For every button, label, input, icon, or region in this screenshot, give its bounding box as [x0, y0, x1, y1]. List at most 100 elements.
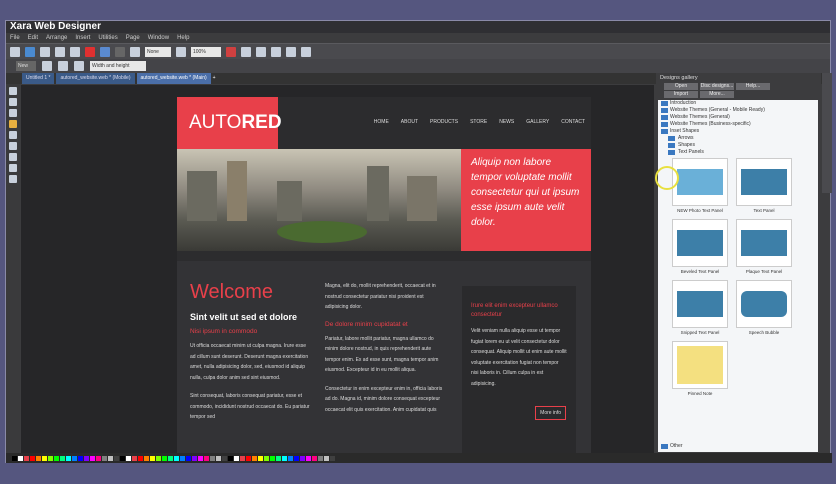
- more-button[interactable]: More...: [700, 91, 734, 98]
- disc-designs-button[interactable]: Disc designs...: [700, 83, 734, 90]
- color-swatch[interactable]: [168, 455, 173, 461]
- color-swatch[interactable]: [96, 455, 101, 461]
- color-swatch[interactable]: [264, 455, 269, 461]
- more-info-button[interactable]: More info: [535, 406, 566, 420]
- pen-tool-icon[interactable]: [9, 109, 17, 117]
- gallery-item[interactable]: NEW Photo Text Panel: [670, 158, 730, 215]
- folder-themes-general[interactable]: Website Themes (General): [658, 114, 818, 121]
- color-swatch[interactable]: [222, 455, 227, 461]
- distribute-icon[interactable]: [58, 61, 68, 71]
- color-swatch[interactable]: [60, 455, 65, 461]
- add-tab-icon[interactable]: +: [213, 73, 216, 84]
- nav-store[interactable]: STORE: [470, 119, 487, 125]
- color-swatch[interactable]: [276, 455, 281, 461]
- zoom-tool-icon[interactable]: [9, 175, 17, 183]
- color-swatch[interactable]: [162, 455, 167, 461]
- transform-icon[interactable]: [130, 46, 140, 57]
- color-swatch[interactable]: [216, 455, 221, 461]
- color-swatch[interactable]: [312, 455, 317, 461]
- folder-themes-business[interactable]: Website Themes (Business-specific): [658, 121, 818, 128]
- menu-help[interactable]: Help: [177, 33, 189, 43]
- color-swatch[interactable]: [126, 455, 131, 461]
- gallery-side-tabs[interactable]: [822, 73, 832, 193]
- open-button[interactable]: Open: [664, 83, 698, 90]
- color-swatch[interactable]: [300, 455, 305, 461]
- menu-page[interactable]: Page: [126, 33, 140, 43]
- delete-icon[interactable]: [85, 46, 95, 57]
- color-swatch[interactable]: [12, 455, 17, 461]
- gallery-item[interactable]: Text Panel: [734, 158, 794, 215]
- color-swatch[interactable]: [84, 455, 89, 461]
- folder-introduction[interactable]: Introduction: [658, 100, 818, 107]
- hero-photo[interactable]: [177, 149, 461, 251]
- color-swatch[interactable]: [36, 455, 41, 461]
- preview-icon[interactable]: [286, 46, 296, 57]
- folder-arrows[interactable]: Arrows: [658, 135, 818, 142]
- color-swatch[interactable]: [180, 455, 185, 461]
- color-swatch[interactable]: [210, 455, 215, 461]
- menu-edit[interactable]: Edit: [28, 33, 38, 43]
- color-palette[interactable]: [6, 453, 832, 463]
- nav-products[interactable]: PRODUCTS: [430, 119, 458, 125]
- undo-icon[interactable]: [100, 46, 110, 57]
- color-swatch[interactable]: [270, 455, 275, 461]
- color-swatch[interactable]: [174, 455, 179, 461]
- menu-file[interactable]: File: [10, 33, 20, 43]
- export-icon[interactable]: [241, 46, 251, 57]
- color-swatch[interactable]: [330, 455, 335, 461]
- new-icon[interactable]: [10, 46, 20, 57]
- color-swatch[interactable]: [144, 455, 149, 461]
- selector-tool-icon[interactable]: [9, 87, 17, 95]
- color-swatch[interactable]: [90, 455, 95, 461]
- color-swatch[interactable]: [66, 455, 71, 461]
- logo[interactable]: AUTORED: [177, 97, 282, 149]
- gallery-item[interactable]: Beveled Text Panel: [670, 219, 730, 276]
- zoom-icon[interactable]: [176, 46, 186, 57]
- nav-contact[interactable]: CONTACT: [561, 119, 585, 125]
- import-button[interactable]: Import: [664, 91, 698, 98]
- color-swatch[interactable]: [228, 455, 233, 461]
- size-mode-select[interactable]: Width and height: [90, 61, 146, 71]
- snap-icon[interactable]: [226, 46, 236, 57]
- color-swatch[interactable]: [150, 455, 155, 461]
- text-tool-icon[interactable]: [9, 131, 17, 139]
- save-icon[interactable]: [40, 46, 50, 57]
- rectangle-tool-icon[interactable]: [9, 120, 17, 128]
- color-swatch[interactable]: [204, 455, 209, 461]
- fill-tool-icon[interactable]: [9, 142, 17, 150]
- align-icon[interactable]: [42, 61, 52, 71]
- menu-utilities[interactable]: Utilities: [98, 33, 117, 43]
- menu-window[interactable]: Window: [148, 33, 169, 43]
- help-button[interactable]: Help...: [736, 83, 770, 90]
- color-swatch[interactable]: [246, 455, 251, 461]
- color-swatch[interactable]: [186, 455, 191, 461]
- shadow-tool-icon[interactable]: [9, 164, 17, 172]
- tab-untitled[interactable]: Untitled 1 *: [22, 73, 55, 84]
- nav-about[interactable]: ABOUT: [401, 119, 418, 125]
- canvas[interactable]: AUTORED HOME ABOUT PRODUCTS STORE NEWS G…: [21, 85, 654, 453]
- menu-arrange[interactable]: Arrange: [46, 33, 67, 43]
- color-swatch[interactable]: [240, 455, 245, 461]
- paste-icon[interactable]: [70, 46, 80, 57]
- color-swatch[interactable]: [252, 455, 257, 461]
- color-swatch[interactable]: [258, 455, 263, 461]
- color-swatch[interactable]: [18, 455, 23, 461]
- color-swatch[interactable]: [324, 455, 329, 461]
- zoom-select[interactable]: 100%: [191, 46, 221, 57]
- color-swatch[interactable]: [24, 455, 29, 461]
- nav-gallery[interactable]: GALLERY: [526, 119, 549, 125]
- publish-icon[interactable]: [256, 46, 266, 57]
- folder-themes-mobile[interactable]: Website Themes (General - Mobile Ready): [658, 107, 818, 114]
- menu-insert[interactable]: Insert: [75, 33, 90, 43]
- color-swatch[interactable]: [288, 455, 293, 461]
- color-swatch[interactable]: [282, 455, 287, 461]
- color-swatch[interactable]: [114, 455, 119, 461]
- folder-inset-shapes[interactable]: Inset Shapes: [658, 128, 818, 135]
- color-swatch[interactable]: [102, 455, 107, 461]
- new-button[interactable]: New: [16, 61, 36, 71]
- tab-main[interactable]: autored_website.web * (Main): [136, 73, 211, 84]
- lock-icon[interactable]: [74, 61, 84, 71]
- open-icon[interactable]: [25, 46, 35, 57]
- color-swatch[interactable]: [294, 455, 299, 461]
- gallery-item[interactable]: Pinned Note: [670, 341, 730, 398]
